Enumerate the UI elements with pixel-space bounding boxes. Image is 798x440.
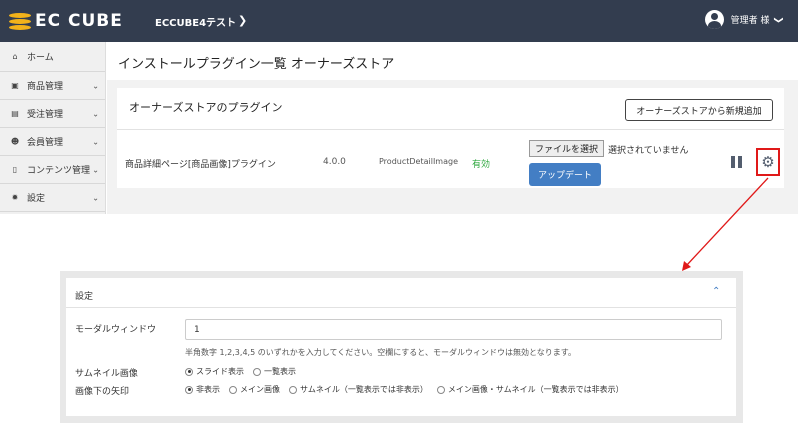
ec-cube-logo[interactable]: EC CUBE bbox=[9, 11, 123, 31]
sidebar-item-label: 商品管理 bbox=[27, 82, 64, 92]
sidebar-item-customers[interactable]: ☻ 会員管理 ⌄ bbox=[0, 128, 105, 156]
arrow-label: 画像下の矢印 bbox=[75, 387, 130, 397]
thumbnail-option-slide[interactable]: スライド表示 bbox=[185, 366, 244, 377]
thumbnail-label: サムネイル画像 bbox=[75, 369, 138, 379]
user-avatar-icon bbox=[704, 10, 724, 29]
sidebar-item-label: コンテンツ管理 bbox=[27, 166, 91, 176]
plugin-version: 4.0.0 bbox=[323, 157, 346, 167]
plugin-status: 有効 bbox=[472, 160, 491, 170]
choose-file-button[interactable]: ファイルを選択 bbox=[529, 140, 604, 157]
radio-label: メイン画像 bbox=[240, 385, 280, 394]
arrow-radio-group: 非表示 メイン画像 サムネイル（一覧表示では非表示） メイン画像・サムネイル（一… bbox=[185, 384, 633, 395]
home-icon: ⌂ bbox=[12, 52, 18, 61]
radio[interactable] bbox=[229, 385, 237, 394]
cube-icon: ▣ bbox=[11, 81, 19, 90]
radio-selected[interactable] bbox=[185, 367, 193, 376]
settings-title: 設定 bbox=[75, 292, 94, 302]
pause-icon[interactable] bbox=[731, 156, 742, 168]
sidebar-item-home[interactable]: ⌂ ホーム bbox=[0, 42, 105, 72]
logo-text: EC CUBE bbox=[35, 11, 123, 31]
sidebar-item-contents[interactable]: ▯ コンテンツ管理 ⌄ bbox=[0, 156, 105, 184]
radio-label: 一覧表示 bbox=[264, 367, 296, 376]
divider bbox=[117, 129, 784, 130]
sidebar-item-label: 設定 bbox=[27, 194, 46, 204]
user-menu[interactable]: 管理者 様 ❯ bbox=[704, 10, 784, 29]
file-status-text: 選択されていません bbox=[608, 146, 689, 156]
settings-gear-highlight[interactable]: ⚙ bbox=[756, 148, 780, 176]
logo-mark-icon bbox=[9, 12, 33, 30]
modal-window-label: モーダルウィンドウ bbox=[75, 325, 157, 335]
chevron-down-icon: ⌄ bbox=[92, 193, 99, 202]
update-button[interactable]: アップデート bbox=[529, 163, 601, 186]
radio-label: メイン画像・サムネイル（一覧表示では非表示） bbox=[447, 385, 624, 394]
arrow-option-thumbnail[interactable]: サムネイル（一覧表示では非表示） bbox=[289, 384, 428, 395]
cog-icon: ✹ bbox=[11, 193, 19, 202]
sidebar-item-label: 会員管理 bbox=[27, 138, 64, 148]
arrow-option-main[interactable]: メイン画像 bbox=[229, 384, 280, 395]
sidebar-item-label: 受注管理 bbox=[27, 110, 64, 120]
user-name: 管理者 様 bbox=[730, 16, 770, 26]
chevron-down-icon: ❯ bbox=[773, 15, 784, 24]
chevron-up-icon[interactable]: ⌃ bbox=[712, 286, 720, 297]
arrow-option-hidden[interactable]: 非表示 bbox=[185, 384, 220, 395]
plugin-code: ProductDetailImage bbox=[379, 157, 458, 166]
chevron-down-icon: ⌄ bbox=[92, 81, 99, 90]
gear-icon: ⚙ bbox=[761, 152, 775, 171]
card-title: オーナーズストアのプラグイン bbox=[129, 101, 283, 114]
sidebar-item-orders[interactable]: ▤ 受注管理 ⌄ bbox=[0, 100, 105, 128]
chevron-down-icon: ⌄ bbox=[92, 165, 99, 174]
modal-window-input[interactable]: 1 bbox=[185, 319, 722, 340]
add-from-store-button[interactable]: オーナーズストアから新規追加 bbox=[625, 99, 773, 121]
sidebar-item-products[interactable]: ▣ 商品管理 ⌄ bbox=[0, 72, 105, 100]
sidebar-item-label: ホーム bbox=[27, 53, 54, 63]
shop-name-link[interactable]: ECCUBE4テスト bbox=[155, 14, 236, 29]
radio-label: 非表示 bbox=[196, 385, 220, 394]
radio-label: サムネイル（一覧表示では非表示） bbox=[300, 385, 428, 394]
radio-selected[interactable] bbox=[185, 385, 193, 394]
chevron-right-icon[interactable]: ❯ bbox=[238, 14, 247, 27]
plugin-name: 商品詳細ページ[商品画像]プラグイン bbox=[125, 160, 276, 170]
file-icon: ▯ bbox=[12, 165, 18, 174]
users-icon: ☻ bbox=[10, 137, 20, 146]
top-header: EC CUBE ECCUBE4テスト ❯ 管理者 様 ❯ bbox=[0, 0, 798, 42]
page-title: インストールプラグイン一覧 オーナーズストア bbox=[118, 57, 395, 72]
radio[interactable] bbox=[253, 367, 261, 376]
chevron-down-icon: ⌄ bbox=[92, 109, 99, 118]
radio[interactable] bbox=[289, 385, 297, 394]
modal-window-help: 半角数字 1,2,3,4,5 のいずれかを入力してください。空欄にすると、モーダ… bbox=[185, 348, 576, 357]
sidebar: ⌂ ホーム ▣ 商品管理 ⌄ ▤ 受注管理 ⌄ ☻ 会員管理 ⌄ ▯ コンテンツ… bbox=[0, 42, 106, 214]
cart-icon: ▤ bbox=[11, 109, 19, 118]
thumbnail-option-list[interactable]: 一覧表示 bbox=[253, 366, 296, 377]
radio-label: スライド表示 bbox=[196, 367, 244, 376]
radio[interactable] bbox=[436, 385, 445, 394]
sidebar-item-settings[interactable]: ✹ 設定 ⌄ bbox=[0, 184, 105, 212]
divider bbox=[66, 307, 736, 308]
thumbnail-radio-group: スライド表示 一覧表示 bbox=[185, 366, 305, 377]
chevron-down-icon: ⌄ bbox=[92, 137, 99, 146]
arrow-option-both[interactable]: メイン画像・サムネイル（一覧表示では非表示） bbox=[436, 384, 624, 395]
